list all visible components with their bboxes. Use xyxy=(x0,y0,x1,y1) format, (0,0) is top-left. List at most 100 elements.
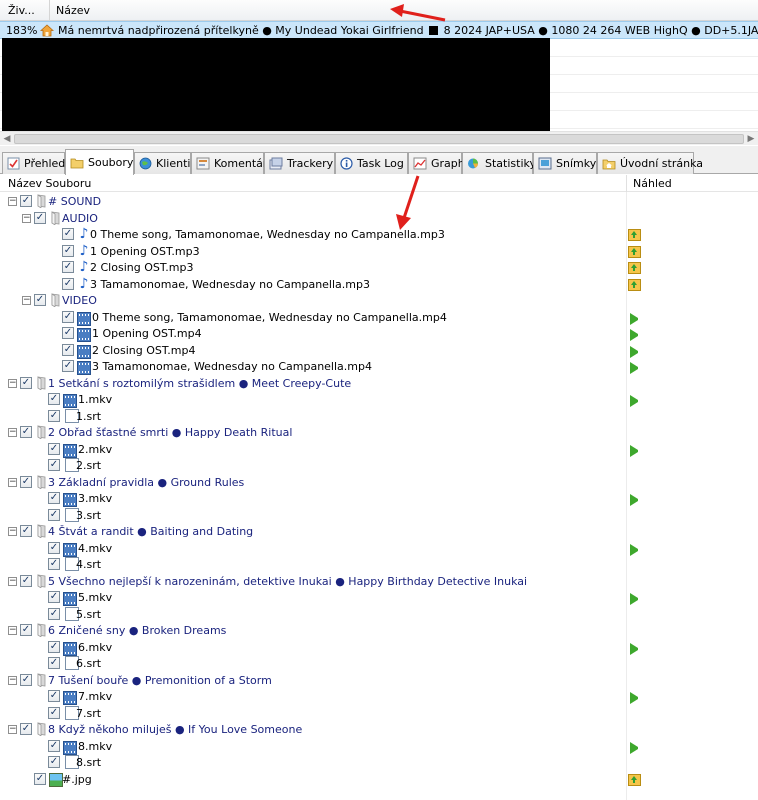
file-checkbox[interactable]: ✓ xyxy=(48,591,60,603)
folder-row[interactable]: − ✓ 2 Obřad šťastné smrti ● Happy Death Ri… xyxy=(0,424,758,441)
play-preview-icon[interactable] xyxy=(630,345,643,358)
file-checkbox[interactable]: ✓ xyxy=(20,525,32,537)
file-row[interactable]: ✓ 2 Closing OST.mp4 xyxy=(0,342,758,359)
tab-komentář[interactable]: Komentář xyxy=(191,152,267,174)
file-row[interactable]: ✓ 3.srt xyxy=(0,507,758,524)
file-checkbox[interactable]: ✓ xyxy=(48,409,60,422)
file-checkbox[interactable]: ✓ xyxy=(48,756,60,768)
file-checkbox[interactable]: ✓ xyxy=(48,541,60,554)
file-checkbox[interactable]: ✓ xyxy=(20,673,32,686)
play-preview-icon[interactable] xyxy=(630,329,643,341)
file-row[interactable]: ✓ 1.mkv xyxy=(0,391,758,408)
file-row[interactable]: ✓ 7.mkv xyxy=(0,688,758,705)
file-checkbox[interactable]: ✓ xyxy=(20,195,32,207)
horizontal-scrollbar[interactable]: ◀ ▶ xyxy=(0,131,758,145)
folder-row[interactable]: − ✓ AUDIO xyxy=(0,210,758,227)
collapse-toggle-icon[interactable]: − xyxy=(8,527,17,536)
file-checkbox[interactable]: ✓ xyxy=(48,393,60,405)
file-row[interactable]: ✓ 4.mkv xyxy=(0,540,758,557)
torrent-row[interactable]: 183% Má nemrtvá nadpřirozená přítelkyně … xyxy=(0,21,758,39)
scroll-right-icon[interactable]: ▶ xyxy=(746,134,756,144)
column-header-status[interactable]: Živ... xyxy=(0,0,50,21)
file-checkbox[interactable]: ✓ xyxy=(62,228,74,240)
file-row[interactable]: ✓ 7.srt xyxy=(0,705,758,722)
file-checkbox[interactable]: ✓ xyxy=(20,624,32,636)
tab-klienti[interactable]: Klienti xyxy=(134,152,191,174)
folder-row[interactable]: − ✓ 7 Tušení bouře ● Premonition of a Stor… xyxy=(0,672,758,689)
collapse-toggle-icon[interactable]: − xyxy=(8,626,17,635)
file-row[interactable]: ✓ 2.srt xyxy=(0,457,758,474)
file-row[interactable]: ✓ 5.srt xyxy=(0,606,758,623)
collapse-toggle-icon[interactable]: − xyxy=(8,675,17,685)
file-checkbox[interactable]: ✓ xyxy=(48,640,60,653)
play-preview-icon[interactable] xyxy=(630,543,643,556)
file-row[interactable]: ✓ ♪ 0 Theme song, Tamamonomae, Wednesday n… xyxy=(0,226,758,243)
scroll-left-icon[interactable]: ◀ xyxy=(2,134,12,144)
column-header-preview[interactable]: Náhled xyxy=(633,177,672,190)
file-row[interactable]: ✓ 1.srt xyxy=(0,408,758,425)
upload-preview-icon[interactable] xyxy=(628,245,641,258)
folder-row[interactable]: − ✓ 4 Štvát a randit ● Baiting and Dating xyxy=(0,523,758,540)
file-checkbox[interactable]: ✓ xyxy=(62,360,74,372)
file-checkbox[interactable]: ✓ xyxy=(62,244,74,257)
file-checkbox[interactable]: ✓ xyxy=(62,261,74,273)
play-preview-icon[interactable] xyxy=(630,444,643,457)
upload-preview-icon[interactable] xyxy=(628,229,641,241)
file-row[interactable]: ✓ #.jpg xyxy=(0,771,758,788)
folder-row[interactable]: − ✓ # SOUND xyxy=(0,193,758,210)
file-checkbox[interactable]: ✓ xyxy=(34,211,46,224)
file-checkbox[interactable]: ✓ xyxy=(20,723,32,735)
file-checkbox[interactable]: ✓ xyxy=(48,690,60,702)
file-checkbox[interactable]: ✓ xyxy=(20,376,32,389)
file-checkbox[interactable]: ✓ xyxy=(20,475,32,488)
tab-graph[interactable]: Graph xyxy=(408,152,465,174)
file-checkbox[interactable]: ✓ xyxy=(48,607,60,620)
upload-preview-icon[interactable] xyxy=(628,278,641,291)
file-checkbox[interactable]: ✓ xyxy=(62,343,74,356)
file-checkbox[interactable]: ✓ xyxy=(48,558,60,570)
file-row[interactable]: ✓ 4.srt xyxy=(0,556,758,573)
collapse-toggle-icon[interactable]: − xyxy=(8,576,17,586)
file-checkbox[interactable]: ✓ xyxy=(48,459,60,471)
collapse-toggle-icon[interactable]: − xyxy=(8,197,17,206)
collapse-toggle-icon[interactable]: − xyxy=(8,378,17,388)
collapse-toggle-icon[interactable]: − xyxy=(22,213,31,223)
tab-přehled[interactable]: Přehled xyxy=(2,152,65,174)
file-checkbox[interactable]: ✓ xyxy=(62,327,74,339)
folder-row[interactable]: − ✓ 1 Setkání s roztomilým strašidlem ● Me… xyxy=(0,375,758,392)
file-row[interactable]: ✓ ♪ 1 Opening OST.mp3 xyxy=(0,243,758,260)
collapse-toggle-icon[interactable]: − xyxy=(22,296,31,305)
folder-row[interactable]: − ✓ 8 Když někoho miluješ ● If You Love So… xyxy=(0,721,758,738)
file-row[interactable]: ✓ 6.srt xyxy=(0,655,758,672)
file-row[interactable]: ✓ 0 Theme song, Tamamonomae, Wednesday no… xyxy=(0,309,758,326)
tab-statistiky[interactable]: Statistiky xyxy=(462,152,536,174)
file-checkbox[interactable]: ✓ xyxy=(20,574,32,587)
folder-row[interactable]: − ✓ VIDEO xyxy=(0,292,758,309)
tab-task-log[interactable]: Task Log xyxy=(335,152,408,174)
column-header-file-name[interactable]: Název Souboru xyxy=(8,177,91,190)
file-row[interactable]: ✓ 6.mkv xyxy=(0,639,758,656)
file-row[interactable]: ✓ 5.mkv xyxy=(0,589,758,606)
play-preview-icon[interactable] xyxy=(630,642,643,655)
file-row[interactable]: ✓ 1 Opening OST.mp4 xyxy=(0,325,758,342)
file-row[interactable]: ✓ 8.mkv xyxy=(0,738,758,755)
file-checkbox[interactable]: ✓ xyxy=(48,442,60,455)
file-checkbox[interactable]: ✓ xyxy=(48,657,60,669)
file-row[interactable]: ✓ ♪ 2 Closing OST.mp3 xyxy=(0,259,758,276)
play-preview-icon[interactable] xyxy=(630,494,643,506)
file-checkbox[interactable]: ✓ xyxy=(48,492,60,504)
upload-preview-icon[interactable] xyxy=(628,262,641,274)
file-checkbox[interactable]: ✓ xyxy=(20,426,32,438)
tab-soubory[interactable]: Soubory xyxy=(65,149,134,175)
play-preview-icon[interactable] xyxy=(630,692,643,704)
tab-trackery[interactable]: Trackery xyxy=(264,152,335,174)
play-preview-icon[interactable] xyxy=(630,362,643,374)
folder-row[interactable]: − ✓ 6 Zničené sny ● Broken Dreams xyxy=(0,622,758,639)
folder-row[interactable]: − ✓ 3 Základní pravidla ● Ground Rules xyxy=(0,474,758,491)
file-row[interactable]: ✓ 2.mkv xyxy=(0,441,758,458)
play-preview-icon[interactable] xyxy=(630,312,643,325)
file-row[interactable]: ✓ ♪ 3 Tamamonomae, Wednesday no Campanella… xyxy=(0,276,758,293)
file-checkbox[interactable]: ✓ xyxy=(48,508,60,521)
upload-preview-icon[interactable] xyxy=(628,773,641,786)
collapse-toggle-icon[interactable]: − xyxy=(8,477,17,487)
